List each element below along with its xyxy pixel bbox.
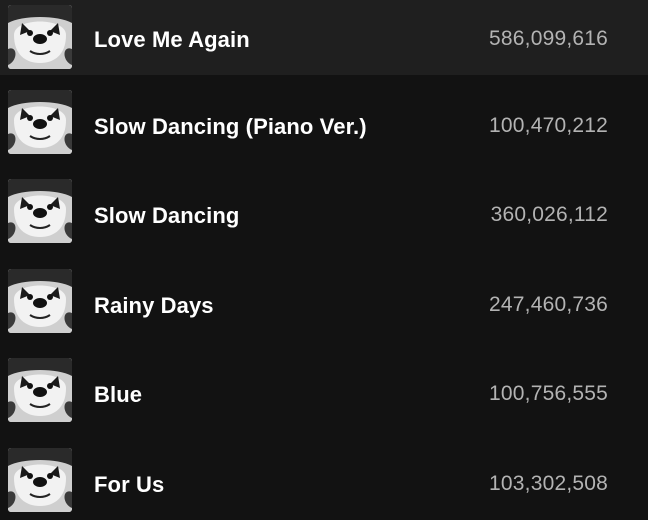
album-cover-icon [8, 269, 72, 333]
track-title[interactable]: Blue [94, 382, 142, 408]
track-title[interactable]: Rainy Days [94, 293, 214, 319]
track-row[interactable]: Love Me Again 586,099,616 [0, 0, 648, 75]
popular-tracks-list: Love Me Again 586,099,616 Slow Dancing (… [0, 0, 648, 512]
track-row[interactable]: For Us 103,302,508 [0, 440, 648, 520]
track-play-count: 103,302,508 [489, 472, 608, 495]
album-cover-icon [8, 90, 72, 154]
track-play-count: 100,470,212 [489, 114, 608, 137]
track-title[interactable]: Slow Dancing (Piano Ver.) [94, 114, 367, 140]
album-cover-icon [8, 448, 72, 512]
album-cover-icon [8, 5, 72, 69]
album-cover-icon [8, 358, 72, 422]
track-play-count: 360,026,112 [490, 203, 608, 226]
album-cover-icon [8, 179, 72, 243]
track-play-count: 100,756,555 [489, 382, 608, 405]
track-play-count: 586,099,616 [489, 27, 608, 50]
track-play-count: 247,460,736 [489, 293, 608, 316]
track-row[interactable]: Blue 100,756,555 [0, 350, 648, 430]
track-row[interactable]: Slow Dancing (Piano Ver.) 100,470,212 [0, 82, 648, 162]
track-title[interactable]: For Us [94, 472, 164, 498]
track-row[interactable]: Rainy Days 247,460,736 [0, 261, 648, 341]
track-row[interactable]: Slow Dancing 360,026,112 [0, 171, 648, 251]
track-title[interactable]: Love Me Again [94, 27, 250, 53]
track-title[interactable]: Slow Dancing [94, 203, 239, 229]
